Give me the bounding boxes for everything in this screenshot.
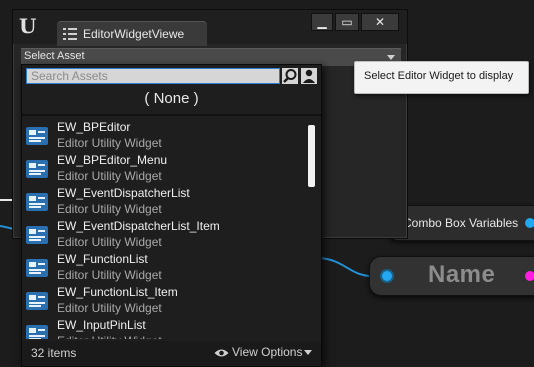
tooltip: Select Editor Widget to display xyxy=(354,61,529,94)
asset-name: EW_BPEditor xyxy=(57,120,131,134)
picker-footer: 32 items View Options xyxy=(22,341,321,366)
minimize-button[interactable]: ▁ xyxy=(311,13,333,31)
editor-utility-widget-icon xyxy=(26,259,48,277)
editor-utility-widget-icon xyxy=(26,292,48,310)
search-icon[interactable] xyxy=(282,68,298,84)
divider xyxy=(22,114,321,116)
asset-name: EW_BPEditor_Menu xyxy=(57,153,168,167)
list-item[interactable]: EW_BPEditor_Menu Editor Utility Widget xyxy=(22,152,312,185)
tab-label: EditorWidgetViewe xyxy=(83,27,185,41)
editor-utility-widget-icon xyxy=(26,127,48,145)
list-icon xyxy=(63,28,77,40)
asset-name: EW_FunctionList xyxy=(57,252,148,266)
chevron-down-icon xyxy=(304,350,313,356)
output-pin[interactable] xyxy=(525,271,534,281)
list-item[interactable]: EW_EventDispatcherList Editor Utility Wid… xyxy=(22,185,312,218)
combo-node-label: Combo Box Variables xyxy=(403,216,519,230)
eye-icon xyxy=(214,349,229,357)
list-item[interactable]: EW_InputPinList Editor Utility Widget xyxy=(22,317,312,339)
list-item[interactable]: EW_BPEditor Editor Utility Widget xyxy=(22,119,312,152)
asset-list: EW_BPEditor Editor Utility Widget EW_BPEdi… xyxy=(22,119,312,339)
chevron-down-icon xyxy=(387,55,395,60)
asset-type: Editor Utility Widget xyxy=(57,202,162,216)
editor-utility-widget-icon xyxy=(26,160,48,178)
asset-type: Editor Utility Widget xyxy=(57,268,162,282)
search-input[interactable] xyxy=(26,68,280,84)
asset-name: EW_EventDispatcherList xyxy=(57,186,190,200)
close-button[interactable]: ✕ xyxy=(361,13,399,31)
tooltip-text: Select Editor Widget to display xyxy=(364,70,514,82)
asset-type: Editor Utility Widget xyxy=(57,169,162,183)
editor-utility-widget-icon xyxy=(26,325,48,339)
editor-utility-widget-icon xyxy=(26,193,48,211)
tab-editor-widget-viewer[interactable]: EditorWidgetViewe xyxy=(57,21,207,46)
editor-utility-widget-icon xyxy=(26,226,48,244)
asset-type: Editor Utility Widget xyxy=(57,235,162,249)
view-options-button[interactable]: View Options xyxy=(214,345,313,361)
maximize-button[interactable]: ▭ xyxy=(335,13,359,31)
asset-type: Editor Utility Widget xyxy=(57,136,162,150)
asset-type: Editor Utility Widget xyxy=(57,334,162,339)
scrollbar-thumb[interactable] xyxy=(308,125,315,187)
list-item[interactable]: EW_FunctionList Editor Utility Widget xyxy=(22,251,312,284)
output-pin[interactable] xyxy=(525,218,534,228)
asset-name: EW_EventDispatcherList_Item xyxy=(57,219,220,233)
combo-box-variables-node[interactable]: Combo Box Variables xyxy=(388,205,534,241)
unreal-logo-icon: U xyxy=(19,14,37,38)
title-bar[interactable]: U EditorWidgetViewe ▁ ▭ ✕ xyxy=(13,10,407,46)
asset-name: EW_FunctionList_Item xyxy=(57,285,178,299)
name-node-label: Name xyxy=(428,261,496,288)
asset-name: EW_InputPinList xyxy=(57,318,146,332)
asset-picker-dropdown: ( None ) EW_BPEditor Editor Utility Widge… xyxy=(21,64,322,367)
scrollbar[interactable] xyxy=(308,125,315,343)
list-item[interactable]: EW_FunctionList_Item Editor Utility Widge… xyxy=(22,284,312,317)
none-option[interactable]: ( None ) xyxy=(22,87,321,111)
list-item[interactable]: EW_EventDispatcherList_Item Editor Utilit… xyxy=(22,218,312,251)
view-options-label: View Options xyxy=(232,345,303,359)
asset-type: Editor Utility Widget xyxy=(57,301,162,315)
items-count: 32 items xyxy=(31,346,77,360)
select-asset-label: Select Asset xyxy=(24,50,85,62)
input-pin[interactable] xyxy=(382,271,392,281)
user-icon[interactable] xyxy=(301,68,317,84)
name-node[interactable]: Name xyxy=(369,256,534,296)
